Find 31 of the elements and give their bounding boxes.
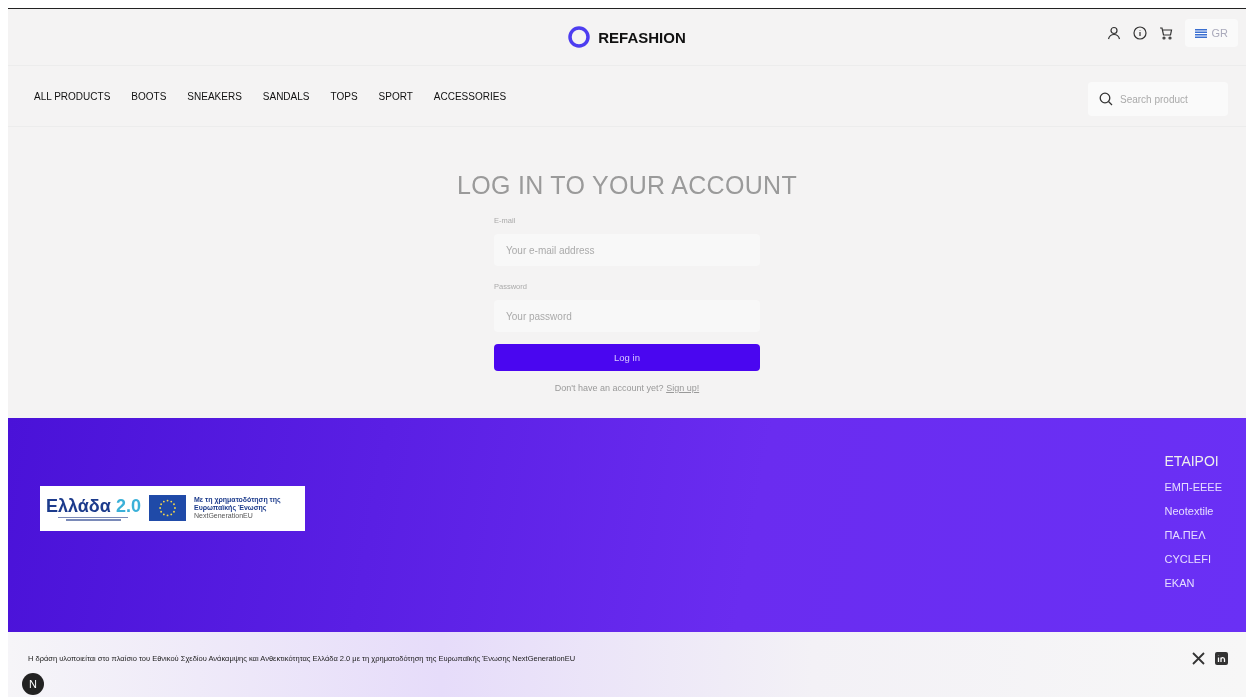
partner-link[interactable]: ΕΜΠ-ΕΕΕΕ <box>1164 481 1222 493</box>
nav-link[interactable]: SNEAKERS <box>187 90 242 102</box>
nav-link[interactable]: BOOTS <box>131 90 167 102</box>
ring-logo-icon <box>568 26 591 48</box>
partner-link[interactable]: ΠΑ.ΠΕΛ <box>1164 529 1206 541</box>
partner-link[interactable]: CYCLEFI <box>1164 553 1211 565</box>
page-title: LOG IN TO YOUR ACCOUNT <box>457 171 797 200</box>
input-field[interactable]: Your e-mail address <box>494 234 760 266</box>
user-icon[interactable] <box>1106 26 1121 40</box>
signup-prompt: Don't have an account yet? Sign up! <box>553 383 701 393</box>
info-icon[interactable] <box>1132 26 1147 40</box>
n-badge-button[interactable]: N <box>22 673 44 695</box>
flag-icon <box>1194 28 1207 38</box>
brand-text: Ελλάδα 2.0 <box>46 495 141 517</box>
nav-link[interactable]: SANDALS <box>262 90 310 102</box>
logo-text[interactable]: REFASHION <box>598 28 686 46</box>
nav-link[interactable]: ACCESSORIES <box>433 90 507 102</box>
cart-icon[interactable] <box>1158 26 1173 40</box>
partner-link[interactable]: Neotextile <box>1164 505 1214 517</box>
nav-link[interactable]: ALL PRODUCTS <box>34 90 111 102</box>
input-field[interactable]: Your password <box>494 300 760 332</box>
search-icon <box>1099 92 1113 106</box>
nav-link[interactable]: SPORT <box>378 90 413 102</box>
partners-heading: ΕΤΑΙΡΟΙ <box>1164 453 1219 469</box>
nav-link[interactable]: TOPS <box>330 90 358 102</box>
x-logo-icon[interactable] <box>1192 652 1205 665</box>
search-field[interactable]: Search product <box>1088 82 1228 116</box>
partner-link[interactable]: EKAN <box>1164 577 1195 589</box>
eu-flag-icon <box>148 494 186 522</box>
linkedin-icon[interactable] <box>1215 652 1228 665</box>
login-button[interactable]: Log in <box>494 344 760 371</box>
